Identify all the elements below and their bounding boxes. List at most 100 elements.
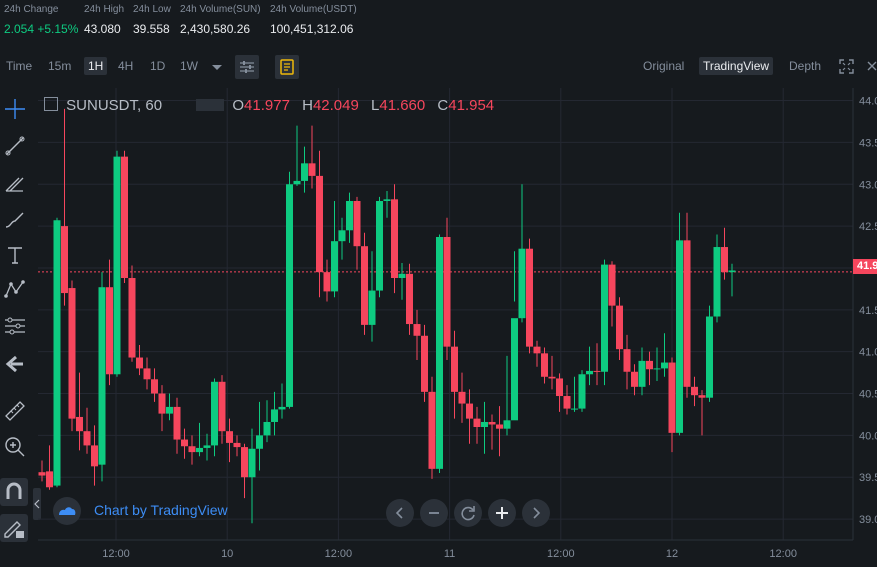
x-tick-label: 12:00 <box>102 548 130 560</box>
candle-body <box>158 393 166 414</box>
stat-label: 24h Low <box>133 4 171 15</box>
time-button[interactable]: Time <box>6 59 32 73</box>
chevron-down-icon[interactable] <box>211 64 223 72</box>
candle <box>233 435 241 457</box>
candle-body <box>526 248 533 347</box>
candle-body <box>548 376 556 379</box>
magnet-icon <box>6 482 22 499</box>
chevron-right-icon <box>533 507 541 519</box>
candle <box>158 385 166 432</box>
candle-body <box>256 435 263 449</box>
collapse-legend-icon[interactable] <box>44 97 58 111</box>
candle <box>646 351 653 386</box>
candle-body <box>38 472 46 476</box>
candle <box>406 263 413 335</box>
zoom-out-button[interactable] <box>420 499 448 527</box>
candle <box>676 212 683 436</box>
indicator-settings-button[interactable] <box>235 55 259 79</box>
fullscreen-icon[interactable] <box>839 59 854 74</box>
text-tool-icon[interactable] <box>3 243 27 267</box>
candle-body <box>623 349 631 372</box>
brush-icon[interactable] <box>3 207 27 231</box>
scroll-right-button[interactable] <box>522 499 550 527</box>
view-original[interactable]: Original <box>643 59 684 73</box>
candle <box>353 196 361 270</box>
close-icon[interactable] <box>867 61 877 71</box>
stat-value: 100,451,312.06 <box>270 22 354 36</box>
interval-1h[interactable]: 1H <box>84 57 108 75</box>
candle <box>361 232 368 335</box>
candle <box>713 234 721 323</box>
stat-24h-high: 24h High 43.080 <box>84 4 124 36</box>
candle-body <box>383 199 391 201</box>
candle-body <box>503 420 511 429</box>
view-tradingview[interactable]: TradingView <box>699 57 774 75</box>
zoom-in-button[interactable] <box>488 499 516 527</box>
candle <box>503 355 511 436</box>
open-value: 41.977 <box>244 97 290 114</box>
candle-body <box>68 288 76 419</box>
trend-line-icon[interactable] <box>3 134 27 158</box>
y-tick-label: 42.5 <box>859 221 877 233</box>
candle <box>211 378 218 457</box>
candle <box>143 357 151 390</box>
interval-1d[interactable]: 1D <box>150 59 165 73</box>
candle-body <box>286 184 293 407</box>
lock-drawings-button[interactable] <box>0 514 28 542</box>
magnet-button[interactable] <box>0 478 28 506</box>
candle-body <box>293 180 301 185</box>
pencil-lock-icon <box>4 521 24 538</box>
candle-body <box>173 406 181 440</box>
zoom-in-icon[interactable] <box>3 435 27 459</box>
candle-body <box>188 446 196 453</box>
candle-body <box>616 305 623 350</box>
candle-body <box>301 163 308 181</box>
candle-body <box>61 226 68 294</box>
candle-body <box>631 371 638 387</box>
ruler-icon[interactable] <box>3 399 27 423</box>
candle <box>256 401 263 471</box>
candlestick-chart[interactable]: 44.043.543.042.542.041.541.040.540.039.5… <box>38 88 877 567</box>
interval-4h[interactable]: 4H <box>118 59 133 73</box>
candle <box>46 445 53 490</box>
x-tick-label: 12:00 <box>769 548 797 560</box>
plus-icon <box>496 507 508 519</box>
pattern-icon[interactable] <box>3 278 27 302</box>
candle-body <box>608 264 616 306</box>
visibility-icon[interactable] <box>196 99 225 111</box>
reset-button[interactable] <box>454 499 482 527</box>
interval-15m[interactable]: 15m <box>48 59 71 73</box>
fib-retracement-icon[interactable] <box>3 171 27 195</box>
x-tick-label: 11 <box>444 548 455 560</box>
candle-body <box>421 335 428 392</box>
candle-body <box>181 439 188 447</box>
candle-body <box>271 409 278 422</box>
arrow-left-icon[interactable] <box>3 352 27 376</box>
view-depth[interactable]: Depth <box>789 59 821 73</box>
x-tick-label: 12:00 <box>547 548 575 560</box>
candle <box>556 373 563 412</box>
candle <box>53 217 61 488</box>
candle-body <box>428 391 436 469</box>
candle-body <box>76 416 83 432</box>
stat-value: 43.080 <box>84 22 121 36</box>
chart-properties-button[interactable] <box>275 55 299 79</box>
high-value: 42.049 <box>312 97 359 114</box>
candle <box>653 347 661 381</box>
candle <box>533 340 541 367</box>
prediction-icon[interactable] <box>3 314 27 338</box>
candle <box>338 217 346 260</box>
interval-1w[interactable]: 1W <box>180 59 198 73</box>
candle-body <box>721 247 728 273</box>
candle <box>451 330 458 419</box>
candle-body <box>368 290 376 325</box>
crosshair-icon[interactable] <box>3 97 27 121</box>
stat-label: 24h Volume(SUN) <box>180 4 261 15</box>
scroll-left-button[interactable] <box>386 499 414 527</box>
low-value: 41.660 <box>379 97 426 114</box>
candle <box>128 265 136 362</box>
candle <box>436 234 443 474</box>
candle <box>638 347 646 396</box>
candle <box>248 428 256 524</box>
x-tick-label: 10 <box>221 548 233 560</box>
